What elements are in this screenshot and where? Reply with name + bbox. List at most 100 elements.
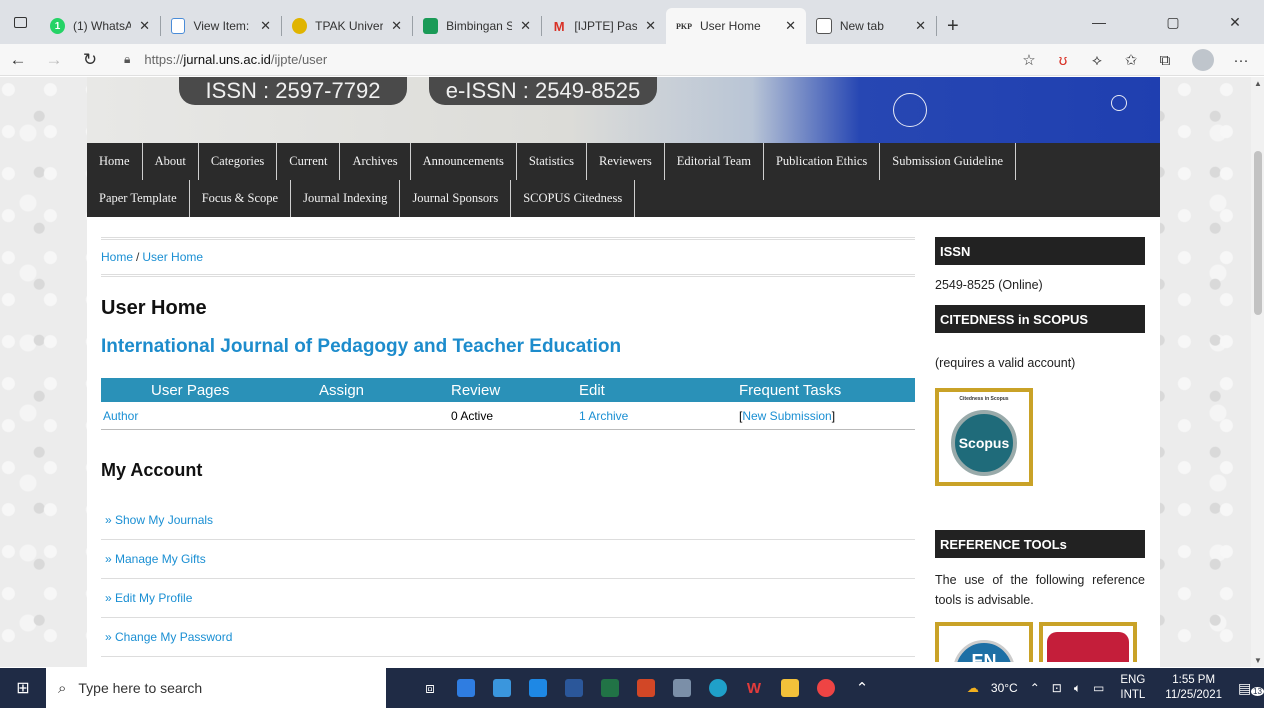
profile-avatar[interactable] xyxy=(1192,49,1214,71)
close-window-button[interactable]: ✕ xyxy=(1212,0,1258,44)
close-tab-icon[interactable]: ✕ xyxy=(520,18,531,34)
breadcrumb-current[interactable]: User Home xyxy=(142,250,203,264)
browser-toolbar-icons: ☆ ʊ ⟡ ✩ ⧉ ··· xyxy=(1012,44,1258,76)
nav-publication-ethics[interactable]: Publication Ethics xyxy=(764,143,881,180)
breadcrumb-home-link[interactable]: Home xyxy=(101,250,133,264)
tab-user-home[interactable]: PKP User Home ✕ xyxy=(666,8,806,44)
close-tab-icon[interactable]: ✕ xyxy=(915,18,926,34)
back-button[interactable]: ← xyxy=(0,45,36,75)
close-tab-icon[interactable]: ✕ xyxy=(391,18,402,34)
collections-icon[interactable]: ⧉ xyxy=(1148,52,1182,69)
tab-ijpte-password[interactable]: M [IJPTE] Passwor ✕ xyxy=(542,8,666,44)
archive-link[interactable]: 1 Archive xyxy=(579,409,739,423)
table-row: Author 0 Active 1 Archive [New Submissio… xyxy=(101,402,915,430)
tab-view-item[interactable]: View Item: Buk ✕ xyxy=(161,8,281,44)
forward-button[interactable]: → xyxy=(36,45,72,75)
new-tab-button[interactable]: + xyxy=(937,8,969,44)
task-view-icon[interactable]: ⧈ xyxy=(412,668,448,708)
powerpoint-icon[interactable] xyxy=(628,668,664,708)
page-scrollbar[interactable]: ▲ ▼ xyxy=(1251,77,1264,667)
more-menu-icon[interactable]: ··· xyxy=(1224,52,1258,69)
new-submission-link[interactable]: New Submission xyxy=(742,409,831,423)
search-icon: ⌕ xyxy=(58,679,67,697)
nav-row-1: Home About Categories Current Archives A… xyxy=(87,143,1160,180)
nav-submission-guideline[interactable]: Submission Guideline xyxy=(880,143,1017,180)
nav-scopus-citedness[interactable]: SCOPUS Citedness xyxy=(511,180,636,217)
edge-icon[interactable] xyxy=(700,668,736,708)
close-tab-icon[interactable]: ✕ xyxy=(139,18,150,34)
table-header: User Pages Assign Review Edit Frequent T… xyxy=(101,378,915,402)
refresh-icon: ↻ xyxy=(82,49,98,69)
cloud-app-icon[interactable] xyxy=(664,668,700,708)
close-icon: ✕ xyxy=(1229,13,1241,30)
close-tab-icon[interactable]: ✕ xyxy=(785,18,796,34)
volume-icon[interactable]: 🔈︎ xyxy=(1074,681,1081,696)
clock[interactable]: 1:55 PM 11/25/2021 xyxy=(1165,673,1222,703)
tray-chevron-icon[interactable]: ⌃ xyxy=(1030,681,1040,695)
excel-icon[interactable] xyxy=(592,668,628,708)
tab-new-tab[interactable]: New tab ✕ xyxy=(806,8,936,44)
minimize-button[interactable]: — xyxy=(1076,0,1122,44)
mendeley-logo[interactable] xyxy=(1039,622,1138,662)
chrome-icon[interactable] xyxy=(808,668,844,708)
nav-about[interactable]: About xyxy=(143,143,199,180)
nav-reviewers[interactable]: Reviewers xyxy=(587,143,665,180)
nav-editorial-team[interactable]: Editorial Team xyxy=(665,143,764,180)
network-icon[interactable]: ▭ xyxy=(1093,681,1104,695)
tab-tpak[interactable]: TPAK Universit ✕ xyxy=(282,8,412,44)
nav-categories[interactable]: Categories xyxy=(199,143,278,180)
nav-focus-scope[interactable]: Focus & Scope xyxy=(190,180,292,217)
wps-icon[interactable]: W xyxy=(736,668,772,708)
refresh-button[interactable]: ↻ xyxy=(72,45,108,75)
taskbar-search-box[interactable]: ⌕ Type here to search xyxy=(46,668,386,708)
notification-center-icon[interactable]: ▤ 13 xyxy=(1238,680,1264,697)
close-tab-icon[interactable]: ✕ xyxy=(260,18,271,34)
notification-count: 13 xyxy=(1251,686,1264,696)
nav-archives[interactable]: Archives xyxy=(340,143,411,180)
endnote-logo[interactable]: EN xyxy=(935,622,1033,662)
scrollbar-thumb[interactable] xyxy=(1254,151,1262,315)
show-my-journals-link[interactable]: » Show My Journals xyxy=(101,501,915,540)
store-icon[interactable] xyxy=(448,668,484,708)
mail-icon[interactable] xyxy=(484,668,520,708)
journal-title[interactable]: International Journal of Pedagogy and Te… xyxy=(101,336,915,358)
url-field[interactable]: 🔒︎ https://jurnal.uns.ac.id/ijpte/user xyxy=(124,52,327,67)
close-tab-icon[interactable]: ✕ xyxy=(645,18,656,34)
tab-actions-button[interactable] xyxy=(0,0,40,44)
nav-announcements[interactable]: Announcements xyxy=(411,143,517,180)
tab-title: TPAK Universit xyxy=(315,19,384,33)
overflow-chevron-icon[interactable]: ⌃ xyxy=(844,668,880,708)
start-button[interactable]: ⊞ xyxy=(0,668,46,708)
nav-journal-indexing[interactable]: Journal Indexing xyxy=(291,180,401,217)
change-my-password-link[interactable]: » Change My Password xyxy=(101,618,915,657)
extensions-puzzle-icon[interactable]: ⟡ xyxy=(1080,52,1114,69)
extension-icon[interactable]: ʊ xyxy=(1046,52,1080,69)
language-indicator[interactable]: ENG INTL xyxy=(1120,673,1145,703)
nav-paper-template[interactable]: Paper Template xyxy=(87,180,190,217)
sidebar-issn-title: ISSN xyxy=(935,237,1145,265)
edit-my-profile-link[interactable]: » Edit My Profile xyxy=(101,579,915,618)
nav-home[interactable]: Home xyxy=(87,143,143,180)
tab-whatsapp[interactable]: 1 (1) WhatsApp ✕ xyxy=(40,8,160,44)
scopus-badge[interactable]: Citedness in Scopus Scopus xyxy=(935,388,1033,486)
favorite-star-icon[interactable]: ☆ xyxy=(1012,51,1046,69)
weather-temp[interactable]: 30°C xyxy=(991,681,1018,695)
word-icon[interactable] xyxy=(556,668,592,708)
nav-statistics[interactable]: Statistics xyxy=(517,143,587,180)
scopus-caption: Citedness in Scopus xyxy=(959,396,1009,402)
scroll-down-arrow-icon[interactable]: ▼ xyxy=(1254,656,1262,665)
meet-now-icon[interactable]: ⊡ xyxy=(1052,681,1062,695)
reference-tools-logos: EN xyxy=(935,622,1145,662)
restore-button[interactable]: ▢ xyxy=(1150,0,1196,44)
bracket-close: ] xyxy=(831,408,836,423)
nav-journal-sponsors[interactable]: Journal Sponsors xyxy=(400,180,512,217)
tab-bimbingan[interactable]: Bimbingan Skr ✕ xyxy=(413,8,541,44)
scroll-up-arrow-icon[interactable]: ▲ xyxy=(1254,79,1262,88)
favorites-icon[interactable]: ✩ xyxy=(1114,51,1148,69)
nav-current[interactable]: Current xyxy=(277,143,341,180)
media-player-icon[interactable] xyxy=(520,668,556,708)
sidebar-citedness-title: CITEDNESS in SCOPUS xyxy=(935,305,1145,333)
author-link[interactable]: Author xyxy=(101,409,261,423)
file-explorer-icon[interactable] xyxy=(772,668,808,708)
manage-my-gifts-link[interactable]: » Manage My Gifts xyxy=(101,540,915,579)
